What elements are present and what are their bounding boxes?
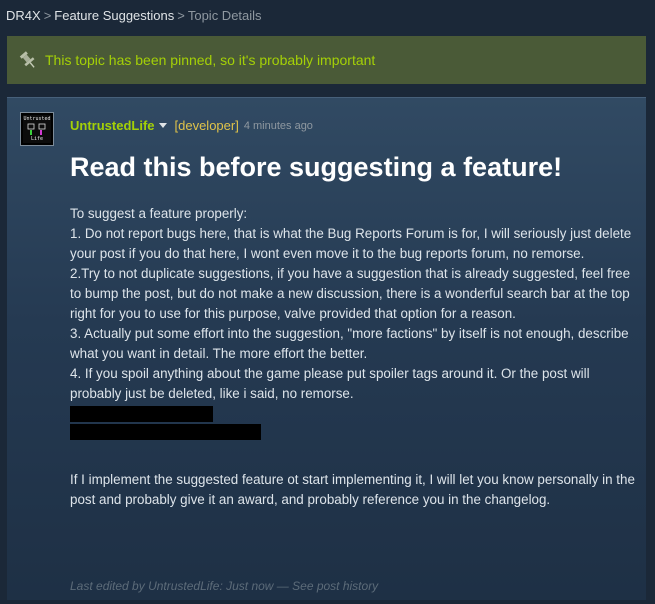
spoiler-block[interactable] [70, 406, 213, 422]
developer-badge: [developer] [174, 118, 239, 133]
edit-prefix: Last edited by [70, 579, 145, 593]
breadcrumb-link-dr4x[interactable]: DR4X [6, 8, 41, 23]
pin-icon [17, 49, 39, 71]
edit-separator: — [273, 579, 293, 593]
breadcrumb-current: Topic Details [187, 8, 262, 23]
author-name[interactable]: UntrustedLife [70, 118, 155, 133]
post-timestamp: 4 minutes ago [243, 119, 313, 132]
breadcrumb: DR4X > Feature Suggestions > Topic Details [6, 8, 262, 23]
post-history-link[interactable]: See post history [292, 579, 378, 593]
breadcrumb-separator: > [43, 8, 52, 23]
post-closing: If I implement the suggested feature ot … [70, 472, 635, 507]
forum-post: Untrusted Life UntrustedLife [developer]… [7, 97, 646, 600]
spoiler-block[interactable] [70, 424, 261, 440]
edit-time: : Just now [219, 579, 274, 593]
avatar[interactable]: Untrusted Life [20, 112, 54, 146]
rule-item-2: 2.Try to not duplicate suggestions, if y… [70, 266, 631, 321]
avatar-image: Untrusted Life [23, 115, 51, 143]
author-line: UntrustedLife [developer] 4 minutes ago [70, 118, 313, 133]
edit-author: UntrustedLife [148, 579, 220, 593]
post-body: To suggest a feature properly: 1. Do not… [70, 204, 640, 510]
chevron-down-icon[interactable] [158, 123, 167, 128]
rule-item-4: 4. If you spoil anything about the game … [70, 366, 590, 401]
post-intro: To suggest a feature properly: [70, 206, 248, 221]
pinned-banner: This topic has been pinned, so it's prob… [7, 36, 646, 84]
pinned-message: This topic has been pinned, so it's prob… [45, 52, 376, 68]
breadcrumb-separator: > [177, 8, 185, 23]
rule-item-1: 1. Do not report bugs here, that is what… [70, 226, 632, 261]
post-title: Read this before suggesting a feature! [70, 152, 563, 182]
rule-item-3: 3. Actually put some effort into the sug… [70, 326, 629, 361]
edit-info: Last edited by UntrustedLife: Just now —… [70, 579, 378, 593]
breadcrumb-link-feature-suggestions[interactable]: Feature Suggestions [54, 8, 174, 23]
